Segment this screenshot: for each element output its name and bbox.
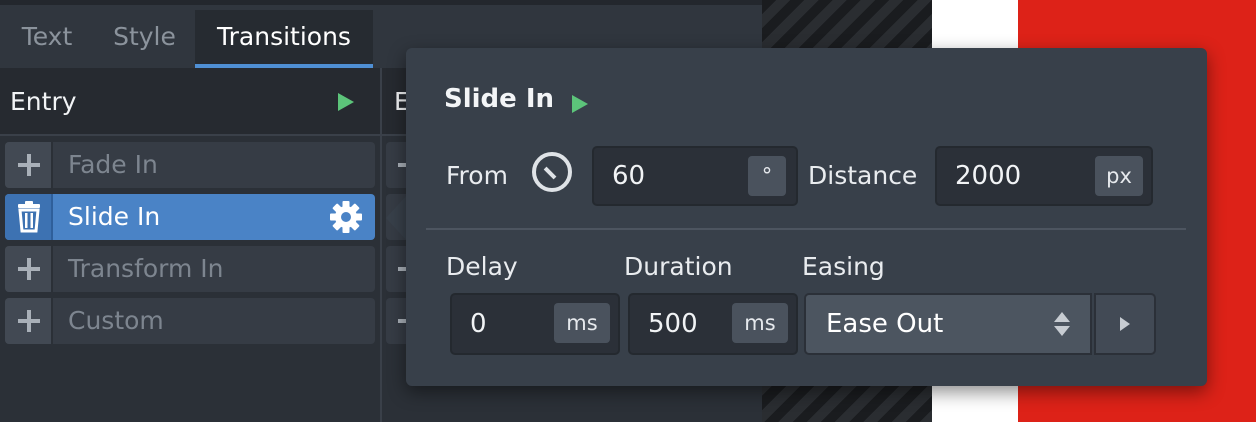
from-angle-input[interactable]: 60 ° bbox=[592, 146, 798, 206]
degree-unit-badge: ° bbox=[748, 156, 786, 196]
select-arrows-icon bbox=[1054, 312, 1072, 338]
transition-custom[interactable]: Custom bbox=[5, 298, 375, 344]
popover-title: Slide In bbox=[444, 84, 555, 114]
add-button[interactable] bbox=[5, 246, 53, 292]
transition-slide-in[interactable]: Slide In bbox=[5, 194, 375, 240]
tab-text[interactable]: Text bbox=[0, 10, 94, 68]
add-button[interactable] bbox=[5, 142, 53, 188]
transition-label: Custom bbox=[68, 306, 164, 335]
from-label: From bbox=[446, 161, 508, 190]
transition-label: Slide In bbox=[68, 202, 161, 231]
distance-input[interactable]: 2000 px bbox=[935, 146, 1153, 206]
popover-arrow bbox=[386, 196, 406, 240]
ms-unit-badge: ms bbox=[732, 303, 788, 343]
ms-unit-badge: ms bbox=[554, 303, 610, 343]
delay-value: 0 bbox=[470, 309, 487, 339]
trash-icon bbox=[18, 201, 40, 233]
divider bbox=[426, 228, 1186, 230]
easing-value: Ease Out bbox=[826, 309, 944, 339]
transition-transform-in[interactable]: Transform In bbox=[5, 246, 375, 292]
transition-settings-popover: Slide In From 60 ° Distance 2000 px Dela… bbox=[406, 48, 1207, 386]
duration-value: 500 bbox=[648, 309, 698, 339]
entry-header: Entry bbox=[0, 68, 380, 136]
play-icon[interactable] bbox=[338, 93, 354, 111]
duration-input[interactable]: 500 ms bbox=[628, 293, 798, 355]
transition-label: Transform In bbox=[68, 254, 224, 283]
delay-input[interactable]: 0 ms bbox=[450, 293, 620, 355]
add-button[interactable] bbox=[5, 298, 53, 344]
play-icon[interactable] bbox=[572, 95, 588, 113]
transition-label: Fade In bbox=[68, 150, 158, 179]
chevron-right-icon bbox=[1120, 317, 1130, 331]
distance-value: 2000 bbox=[955, 161, 1022, 191]
delay-label: Delay bbox=[446, 252, 518, 281]
tab-style[interactable]: Style bbox=[94, 10, 195, 68]
app-root: Text Style Transitions Entry E Fade In S… bbox=[0, 0, 1256, 422]
duration-label: Duration bbox=[624, 252, 733, 281]
delete-button[interactable] bbox=[5, 194, 53, 240]
px-unit-badge: px bbox=[1095, 156, 1143, 196]
angle-gauge-icon[interactable] bbox=[532, 152, 572, 192]
easing-label: Easing bbox=[802, 252, 885, 281]
easing-preview-button[interactable] bbox=[1094, 293, 1156, 355]
easing-select[interactable]: Ease Out bbox=[804, 293, 1092, 355]
entry-title: Entry bbox=[10, 87, 77, 116]
from-angle-value: 60 bbox=[612, 161, 646, 191]
transition-fade-in[interactable]: Fade In bbox=[5, 142, 375, 188]
tab-transitions[interactable]: Transitions bbox=[195, 10, 373, 68]
distance-label: Distance bbox=[808, 161, 918, 190]
gear-icon[interactable] bbox=[329, 200, 363, 234]
